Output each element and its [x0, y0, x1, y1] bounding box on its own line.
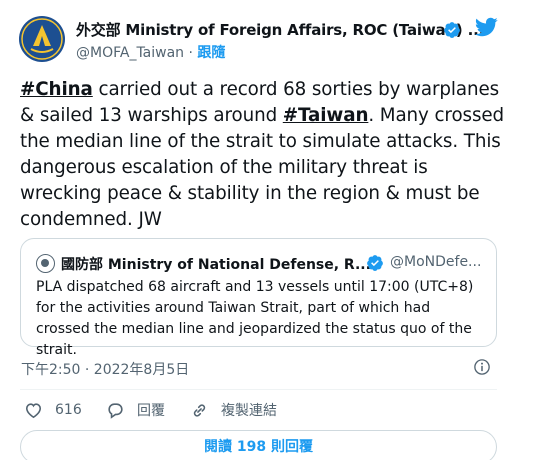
hashtag-taiwan[interactable]: #Taiwan [283, 105, 369, 126]
quoted-tweet-text: PLA dispatched 68 aircraft and 13 vessel… [36, 279, 474, 358]
verified-badge-icon [444, 22, 460, 38]
follow-link[interactable]: 跟隨 [197, 45, 225, 61]
author-display-name[interactable]: 外交部 Ministry of Foreign Affairs, ROC (Ta… [76, 19, 484, 40]
info-icon[interactable] [473, 358, 491, 376]
heart-icon [25, 402, 42, 418]
reply-count: 198 [236, 439, 267, 455]
mofa-avatar[interactable] [19, 16, 65, 62]
author-handle[interactable]: @MOFA_Taiwan [76, 45, 184, 61]
reply-button[interactable]: 回覆 [106, 400, 165, 420]
link-icon [193, 403, 206, 417]
quoted-tweet[interactable]: 國防部 Ministry of National Defense, R.... … [20, 238, 497, 358]
divider [20, 389, 497, 390]
handle-separator: · [188, 45, 193, 61]
tweet-card: 外交部 Ministry of Foreign Affairs, ROC (Ta… [0, 0, 534, 460]
verified-badge-icon [367, 255, 383, 271]
mond-avatar [36, 254, 55, 273]
read-replies-suffix: 則回覆 [266, 439, 313, 455]
hashtag-china[interactable]: #China [20, 79, 93, 100]
copy-link-button[interactable]: 複製連結 [190, 400, 277, 420]
read-replies-prefix: 閱讀 [204, 439, 237, 455]
author-handle-row: @MOFA_Taiwan · 跟隨 [76, 42, 225, 62]
twitter-bird-icon[interactable] [474, 15, 498, 39]
tweet-text: #China carried out a record 68 sorties b… [20, 77, 510, 233]
like-count: 616 [55, 402, 82, 418]
like-button[interactable]: 616 [24, 400, 82, 420]
read-replies-button[interactable]: 閱讀 198 則回覆 [20, 430, 497, 460]
copy-link-label: 複製連結 [221, 403, 277, 419]
quoted-author-handle: @MoNDefe... [390, 254, 482, 270]
speech-bubble-icon [108, 402, 123, 419]
reply-label: 回覆 [137, 403, 165, 419]
quoted-author-name: 國防部 Ministry of National Defense, R.... [61, 257, 377, 273]
tweet-timestamp[interactable]: 下午2:50 · 2022年8月5日 [21, 359, 189, 379]
